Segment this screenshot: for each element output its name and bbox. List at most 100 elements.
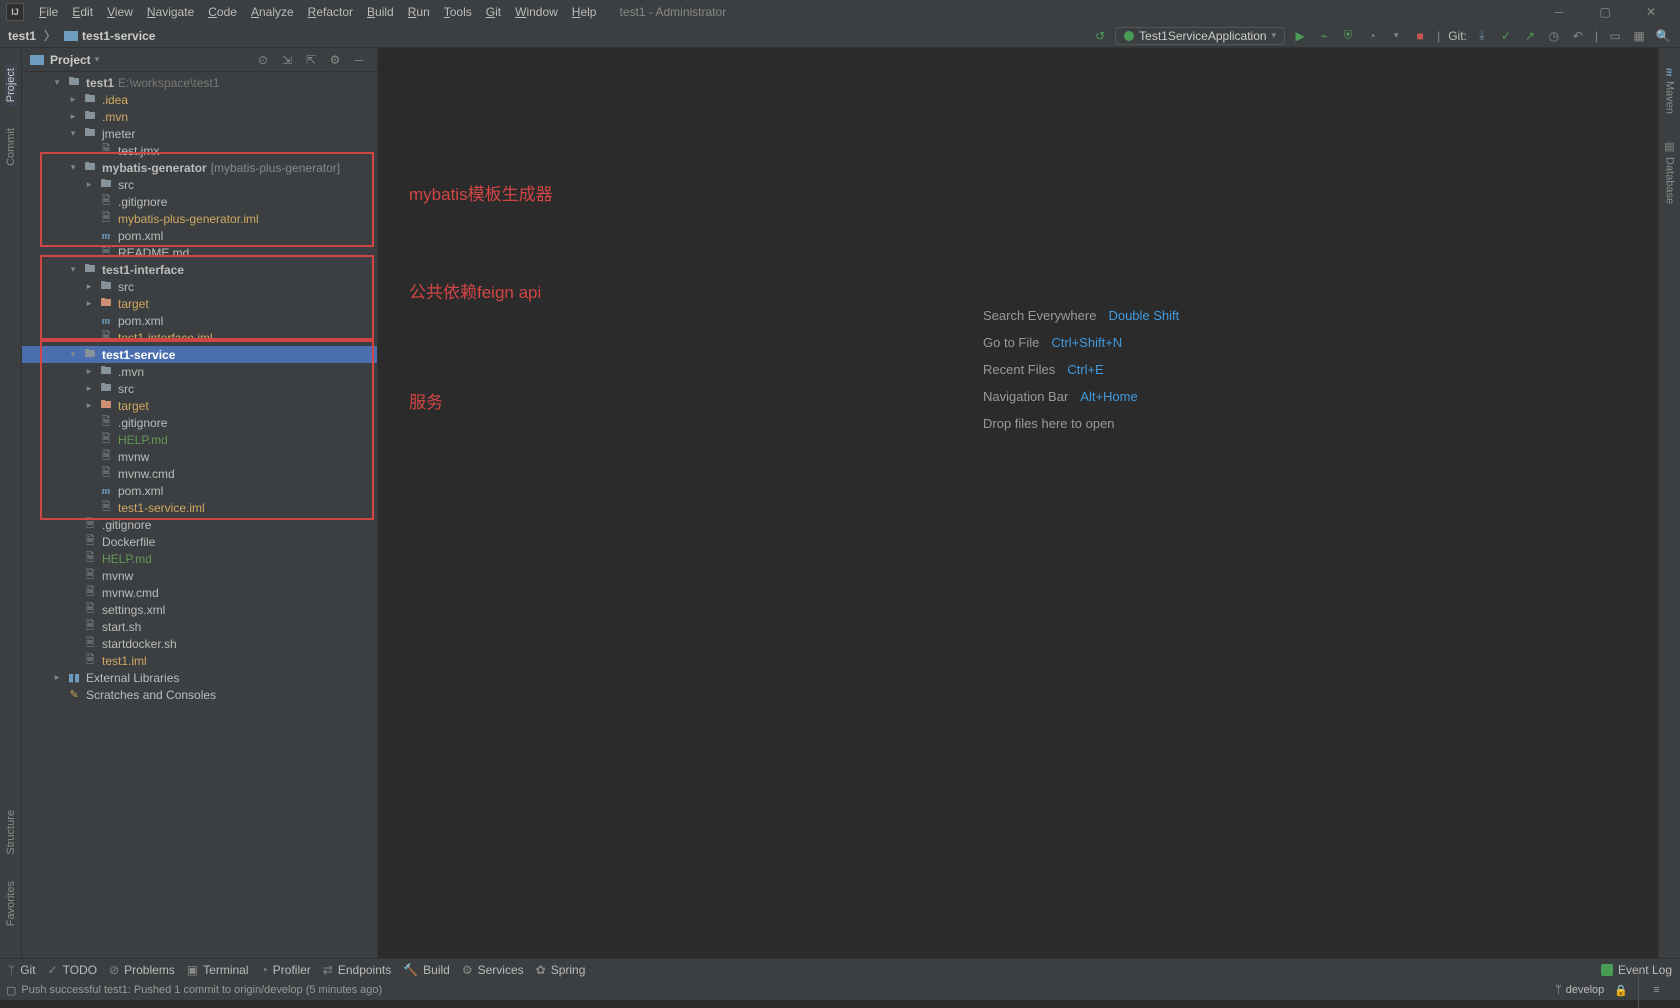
tree-node[interactable]: mpom.xml bbox=[22, 227, 377, 244]
tree-node[interactable]: 🗎startdocker.sh bbox=[22, 635, 377, 652]
breadcrumb[interactable]: test1 〉 test1-service bbox=[8, 27, 155, 44]
tree-node[interactable]: 🗎mvnw bbox=[22, 448, 377, 465]
run-button[interactable]: ▶ bbox=[1291, 27, 1309, 45]
run-config-selector[interactable]: Test1ServiceApplication ▾ bbox=[1115, 27, 1285, 45]
pane-title[interactable]: Project bbox=[50, 53, 91, 67]
tree-node[interactable]: 🗎mvnw bbox=[22, 567, 377, 584]
commit-tool-tab[interactable]: Commit bbox=[5, 124, 17, 170]
bottom-tab-terminal[interactable]: ▣Terminal bbox=[187, 963, 249, 977]
git-commit-button[interactable]: ✓ bbox=[1497, 27, 1515, 45]
database-tool-tab[interactable]: ▤Database bbox=[1663, 136, 1676, 208]
coverage-button[interactable]: ⛨ bbox=[1339, 27, 1357, 45]
git-rollback-button[interactable]: ↶ bbox=[1569, 27, 1587, 45]
tree-node[interactable]: 🗎mybatis-plus-generator.iml bbox=[22, 210, 377, 227]
tree-node[interactable]: ▸🖿src bbox=[22, 380, 377, 397]
lock-icon[interactable]: 🔒 bbox=[1614, 984, 1628, 997]
menu-code[interactable]: Code bbox=[201, 3, 244, 21]
tree-node[interactable]: 🗎HELP.md bbox=[22, 431, 377, 448]
tree-node[interactable]: 🗎test1.iml bbox=[22, 652, 377, 669]
menu-run[interactable]: Run bbox=[401, 3, 437, 21]
tree-node[interactable]: ▾🖿test1-service bbox=[22, 346, 377, 363]
tree-node[interactable]: 🗎test1-interface.iml bbox=[22, 329, 377, 346]
expand-all-button[interactable]: ⇲ bbox=[277, 51, 297, 69]
tree-node[interactable]: 🗎.gitignore bbox=[22, 414, 377, 431]
settings-gear-icon[interactable]: ⚙ bbox=[325, 51, 345, 69]
tree-node[interactable]: 🗎mvnw.cmd bbox=[22, 465, 377, 482]
tree-node[interactable]: ▸🖿src bbox=[22, 176, 377, 193]
tree-node[interactable]: ▸🖿src bbox=[22, 278, 377, 295]
tree-node[interactable]: ▸🖿.idea bbox=[22, 91, 377, 108]
menu-edit[interactable]: Edit bbox=[65, 3, 100, 21]
tree-node[interactable]: mpom.xml bbox=[22, 312, 377, 329]
maven-tool-tab[interactable]: mMaven bbox=[1664, 64, 1676, 118]
tree-node[interactable]: ▾🖿test1-interface bbox=[22, 261, 377, 278]
tree-node[interactable]: 🗎.gitignore bbox=[22, 516, 377, 533]
search-button[interactable]: 🔍 bbox=[1654, 27, 1672, 45]
tree-node[interactable]: ▾🖿test1 E:\workspace\test1 bbox=[22, 74, 377, 91]
bottom-tab-endpoints[interactable]: ⇄Endpoints bbox=[323, 963, 391, 977]
bottom-tab-todo[interactable]: ✓TODO bbox=[48, 963, 98, 977]
bottom-tab-git[interactable]: ᛘGit bbox=[8, 963, 36, 977]
menu-tools[interactable]: Tools bbox=[437, 3, 479, 21]
menu-build[interactable]: Build bbox=[360, 3, 401, 21]
close-button[interactable]: ✕ bbox=[1628, 0, 1674, 24]
tree-node[interactable]: 🗎test.jmx bbox=[22, 142, 377, 159]
tree-node[interactable]: 🗎Dockerfile bbox=[22, 533, 377, 550]
menu-help[interactable]: Help bbox=[565, 3, 604, 21]
settings-button[interactable]: ▦ bbox=[1630, 27, 1648, 45]
tree-node[interactable]: ▸🖿target bbox=[22, 397, 377, 414]
tree-node[interactable]: mpom.xml bbox=[22, 482, 377, 499]
tree-node[interactable]: ✎Scratches and Consoles bbox=[22, 686, 377, 703]
profiler-button[interactable]: ◔ bbox=[1363, 27, 1381, 45]
project-structure-button[interactable]: ▭ bbox=[1606, 27, 1624, 45]
tree-node[interactable]: 🗎README.md bbox=[22, 244, 377, 261]
menu-file[interactable]: File bbox=[32, 3, 65, 21]
breadcrumb-leaf[interactable]: test1-service bbox=[82, 29, 155, 43]
tree-node[interactable]: 🗎HELP.md bbox=[22, 550, 377, 567]
dropdown-arrow-icon[interactable]: ▾ bbox=[95, 54, 100, 65]
tree-node[interactable]: ▸🖿.mvn bbox=[22, 108, 377, 125]
menu-navigate[interactable]: Navigate bbox=[140, 3, 201, 21]
git-push-button[interactable]: ↗ bbox=[1521, 27, 1539, 45]
tree-node[interactable]: ▸▮▮External Libraries bbox=[22, 669, 377, 686]
tree-node[interactable]: 🗎settings.xml bbox=[22, 601, 377, 618]
collapse-all-button[interactable]: ⇱ bbox=[301, 51, 321, 69]
project-tree[interactable]: ▾🖿test1 E:\workspace\test1▸🖿.idea▸🖿.mvn▾… bbox=[22, 72, 377, 958]
bottom-tab-services[interactable]: ⚙Services bbox=[462, 963, 524, 977]
locate-button[interactable]: ⊙ bbox=[253, 51, 273, 69]
status-bar-menu[interactable]: ≡ bbox=[1638, 972, 1674, 1008]
tree-node[interactable]: ▸🖿.mvn bbox=[22, 363, 377, 380]
tree-node[interactable]: 🗎test1-service.iml bbox=[22, 499, 377, 516]
bottom-tab-profiler[interactable]: ◔Profiler bbox=[261, 963, 311, 977]
debug-button[interactable]: ⌁ bbox=[1315, 27, 1333, 45]
tree-node[interactable]: ▾🖿jmeter bbox=[22, 125, 377, 142]
minimize-button[interactable]: ─ bbox=[1536, 0, 1582, 24]
tree-node[interactable]: ▸🖿target bbox=[22, 295, 377, 312]
menu-analyze[interactable]: Analyze bbox=[244, 3, 301, 21]
menu-window[interactable]: Window bbox=[508, 3, 565, 21]
bottom-tab-problems[interactable]: ⊘Problems bbox=[109, 963, 175, 977]
git-branch-indicator[interactable]: ᛘ develop bbox=[1555, 984, 1604, 996]
menu-view[interactable]: View bbox=[100, 3, 140, 21]
toolbar-separator: | bbox=[1595, 29, 1598, 43]
bottom-tab-spring[interactable]: ✿Spring bbox=[536, 963, 586, 977]
git-history-button[interactable]: ◷ bbox=[1545, 27, 1563, 45]
right-tool-window-bar: mMaven ▤Database bbox=[1658, 48, 1680, 958]
menu-git[interactable]: Git bbox=[479, 3, 508, 21]
tree-node[interactable]: 🗎mvnw.cmd bbox=[22, 584, 377, 601]
tree-node[interactable]: ▾🖿mybatis-generator [mybatis-plus-genera… bbox=[22, 159, 377, 176]
git-update-button[interactable]: ⤓ bbox=[1473, 27, 1491, 45]
structure-tool-tab[interactable]: Structure bbox=[5, 806, 17, 859]
stop-button[interactable]: ■ bbox=[1411, 27, 1429, 45]
tree-node[interactable]: 🗎start.sh bbox=[22, 618, 377, 635]
reload-icon[interactable]: ↺ bbox=[1091, 27, 1109, 45]
hide-button[interactable]: ─ bbox=[349, 51, 369, 69]
bottom-tab-build[interactable]: 🔨Build bbox=[403, 963, 450, 977]
maximize-button[interactable]: ▢ bbox=[1582, 0, 1628, 24]
tree-node[interactable]: 🗎.gitignore bbox=[22, 193, 377, 210]
breadcrumb-root[interactable]: test1 bbox=[8, 29, 36, 43]
menu-refactor[interactable]: Refactor bbox=[301, 3, 360, 21]
project-tool-tab[interactable]: Project bbox=[5, 64, 17, 106]
favorites-tool-tab[interactable]: Favorites bbox=[5, 877, 17, 930]
attach-button[interactable]: ▾ bbox=[1387, 27, 1405, 45]
